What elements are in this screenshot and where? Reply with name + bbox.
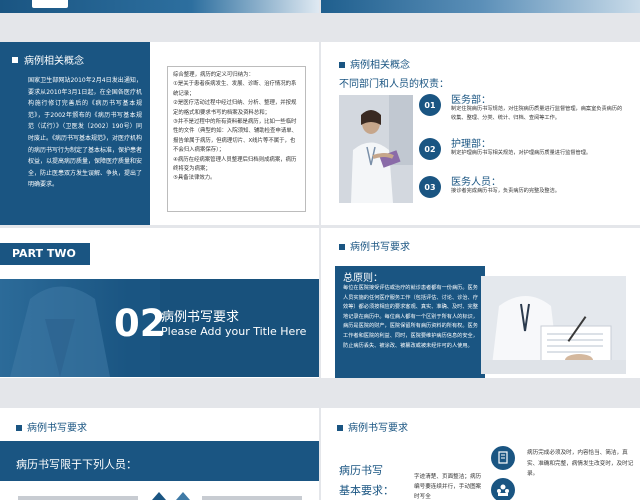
section-title: 病例书写要求	[161, 310, 240, 325]
top-slide-left	[0, 0, 319, 13]
item-description: 制定住院病历书写规范，对住院病历质量进行监督管理，病案室负责病历的收集、整理、分…	[451, 106, 623, 121]
item-description: 接诊者完成病历书写，负责病历的完整及整洁。	[451, 188, 560, 194]
text-fragment-left	[18, 496, 138, 500]
doctor-illustration	[339, 95, 413, 203]
heading-text: 病例书写要求	[350, 242, 410, 253]
heading-text: 病例书写要求	[27, 423, 87, 434]
definition-line: ①是关于患者疾病发生、发展、诊断、治疗情况的系统记录；	[173, 81, 297, 97]
item-number-circle: 01	[419, 94, 441, 116]
text-fragment-right	[202, 496, 302, 500]
definition-line: ③并不是过程中的所有资料都是病历，比如一些临时性的文件（典型的如：入院须知、辅助…	[173, 119, 297, 154]
item-title: 护理部：	[451, 139, 491, 150]
item-number-circle: 03	[419, 176, 441, 198]
right-requirement-text: 病历完成必须及时，内容恰当、简洁，真实、准确和完整，病情发生改变时，及时记录。	[527, 450, 634, 477]
mid-requirement-text: 字迹清楚、页面整洁；病历编号要连续并行，手动图案时写全	[414, 474, 482, 500]
principle-title: 总原则：	[343, 273, 383, 284]
principle-body: 每位在医院接受评估或治疗的就诊患者都有一份病历。医务人员实施的任何医疗服务工作（…	[343, 285, 478, 349]
writing-doctor-illustration	[481, 276, 626, 374]
item-title: 医务部：	[451, 95, 491, 106]
subheading: 不同部门和人员的权责：	[339, 79, 449, 90]
heading-square	[12, 57, 18, 63]
definition-line: ②是医疗活动过程中经过归纳、分析、整理，并按规定的格式和要求书写的档案及资料总和…	[173, 100, 297, 116]
definition-box: 综合整理，病历的定义可归纳为： ①是关于患者疾病发生、发展、诊断、治疗情况的系统记…	[167, 66, 306, 212]
slide-heading: 病例书写要求	[337, 419, 408, 434]
heading-text: 病例相关概念	[350, 60, 410, 71]
requirements-label-1: 病历书写	[339, 464, 383, 477]
item-number-circle: 02	[419, 138, 441, 160]
heading-square	[339, 62, 345, 68]
slide-heading: 病例相关概念	[24, 56, 84, 67]
slide-principle: 病例书写要求 总原则： 每位在医院接受评估或治疗的就诊患者都有一份病历。医务人员…	[321, 228, 640, 378]
slide-heading: 病例相关概念	[339, 56, 410, 71]
definition-line: 综合整理，病历的定义可归纳为：	[173, 72, 254, 78]
top-slide-right	[321, 0, 640, 13]
slide-basic-requirements: 病例书写要求 病历书写 基本要求： 字迹清楚、页面整洁；病历编号要连续并行，手动…	[321, 408, 640, 500]
slide-section-divider: PART TWO 02 病例书写要求 Please Add your Title…	[0, 228, 319, 378]
heading-square	[339, 244, 345, 250]
people-icon-circle	[491, 478, 515, 500]
slide-writers: 病例书写要求 病历书写限于下列人员：	[0, 408, 319, 500]
writing-doctor-photo	[481, 276, 626, 374]
decor-triangle	[152, 492, 166, 500]
slide-heading: 病例书写要求	[339, 238, 410, 253]
slide-concept-1: 病例相关概念 国家卫生部网站2010年2月4日发出通知，要求从2010年3月1日…	[0, 42, 319, 225]
heading-square	[16, 425, 22, 431]
writers-subheading: 病历书写限于下列人员：	[16, 458, 137, 471]
heading-square	[337, 425, 343, 431]
document-icon	[498, 451, 508, 464]
slide-body-text: 国家卫生部网站2010年2月4日发出通知，要求从2010年3月1日起，在全国各医…	[28, 77, 143, 189]
heading-text: 病例书写要求	[348, 423, 408, 434]
section-number: 02	[114, 302, 166, 345]
doctor-photo	[339, 95, 413, 203]
decor-triangle-2	[176, 492, 190, 500]
definition-line: ⑤具备法律效力。	[173, 175, 216, 182]
slide-concept-2: 病例相关概念 不同部门和人员的权责： 01 医务部： 制定住院病历书写规范，对住院病…	[321, 42, 640, 225]
slide-heading: 病例书写要求	[16, 419, 87, 434]
section-subtitle: Please Add your Title Here	[161, 325, 307, 338]
item-title: 医务人员：	[451, 177, 501, 188]
document-icon-circle	[491, 446, 515, 470]
item-description: 制定护理病历书写相关规范，对护理病历质量进行监督管理。	[451, 150, 592, 156]
requirements-label-2: 基本要求：	[339, 484, 394, 497]
people-icon	[497, 484, 509, 496]
definition-line: ④病历在经病案管理人员整理后归档则成病案，病历终将变为病案；	[173, 156, 297, 173]
part-label: PART TWO	[12, 247, 76, 260]
